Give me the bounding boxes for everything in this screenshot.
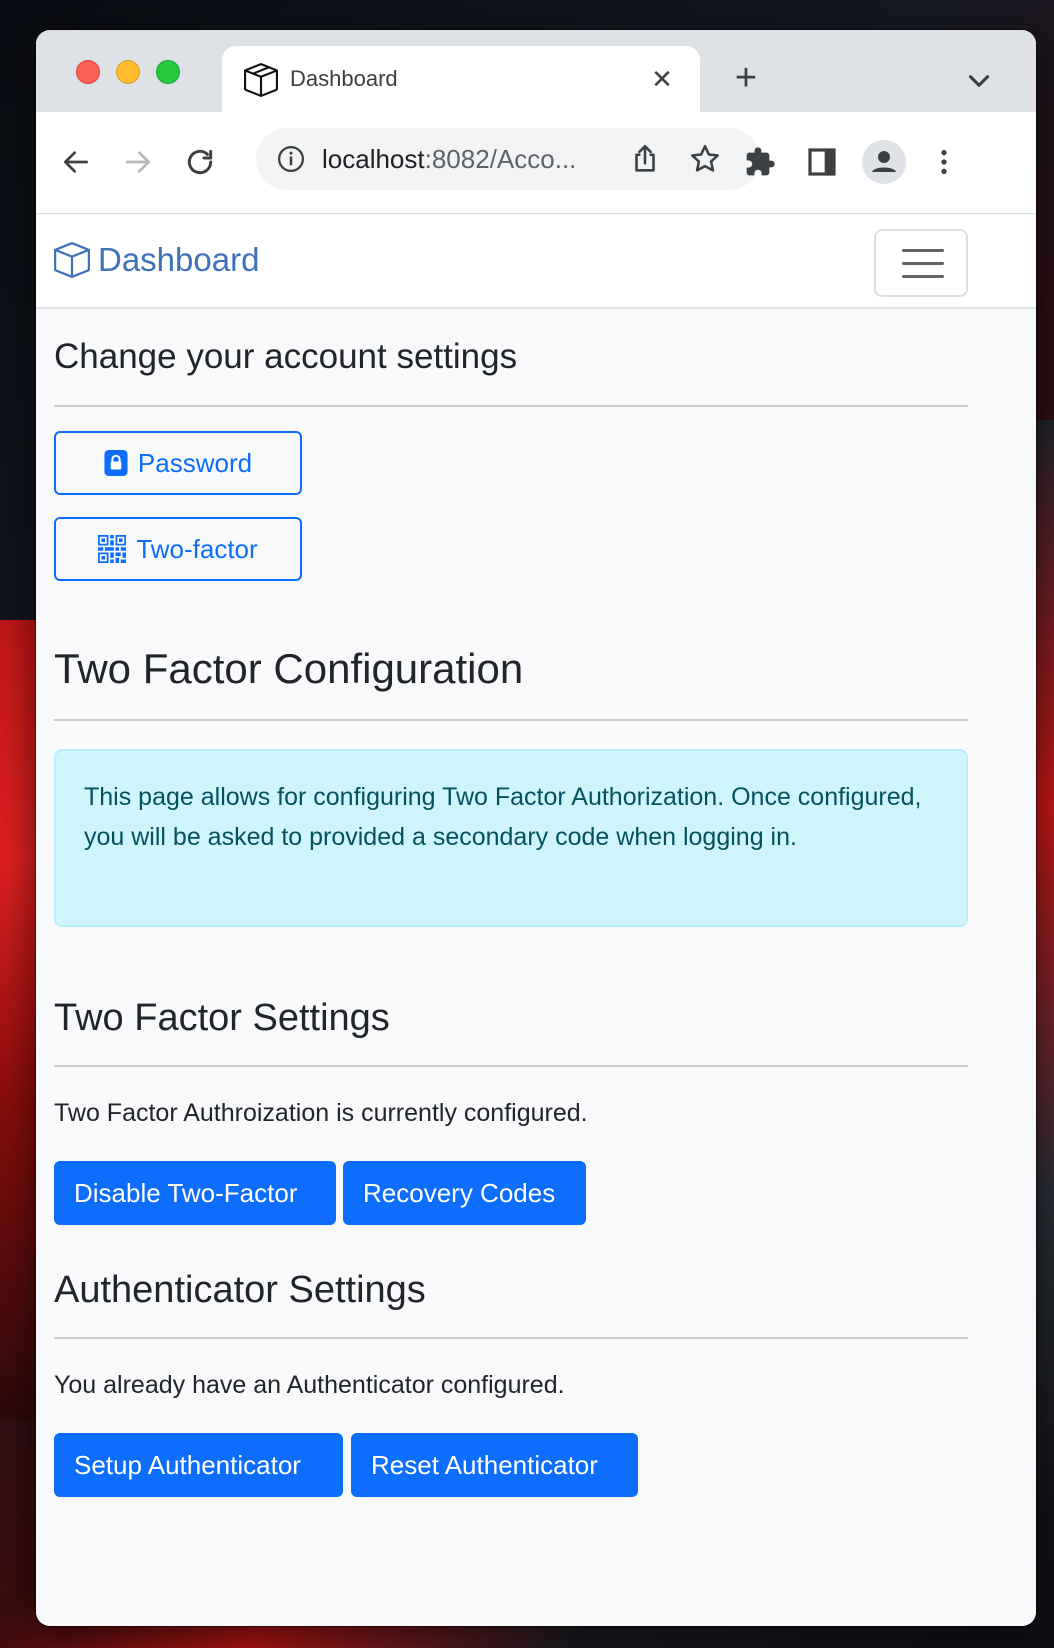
recovery-codes-button[interactable]: Recovery Codes	[343, 1161, 586, 1225]
browser-window: Dashboard ✕ + localhost:8082/Acco... Das…	[36, 30, 1036, 1626]
password-label: Password	[137, 447, 253, 478]
plus-icon[interactable]: +	[726, 59, 766, 100]
chevron-down-icon[interactable]	[962, 64, 996, 98]
address-bar[interactable]: localhost:8082/Acco...	[256, 128, 760, 190]
qr-code-icon	[98, 535, 127, 563]
divider	[54, 719, 968, 721]
profile-icon[interactable]	[862, 140, 906, 184]
info-alert: This page allows for configuring Two Fac…	[54, 749, 968, 927]
tab-strip: Dashboard ✕ +	[36, 30, 1036, 112]
info-icon[interactable]	[276, 144, 306, 174]
authenticator-status-text: You already have an Authenticator config…	[54, 1371, 565, 1399]
hamburger-icon-bar	[902, 262, 944, 265]
alert-text: This page allows for configuring Two Fac…	[84, 783, 922, 851]
browser-toolbar: localhost:8082/Acco...	[36, 112, 1036, 214]
box-icon	[54, 242, 90, 278]
two-factor-settings-heading: Two Factor Settings	[54, 997, 390, 1039]
password-button[interactable]: Password	[54, 431, 302, 495]
navbar-toggler-button[interactable]	[874, 229, 968, 297]
two-factor-config-heading: Two Factor Configuration	[54, 645, 524, 692]
navbar-brand[interactable]: Dashboard	[54, 241, 259, 279]
two-factor-status-text: Two Factor Authroization is currently co…	[54, 1099, 588, 1127]
tab-dashboard[interactable]: Dashboard ✕	[222, 46, 700, 112]
page-viewport: Dashboard Change your account settings P…	[36, 215, 1036, 1626]
two-factor-label: Two-factor	[136, 533, 258, 564]
more-vert-icon[interactable]	[922, 140, 966, 184]
forward-arrow-icon[interactable]	[116, 140, 160, 184]
hamburger-icon	[902, 249, 944, 252]
navbar: Dashboard	[36, 215, 1036, 309]
divider	[54, 1337, 968, 1339]
reset-authenticator-button[interactable]: Reset Authenticator	[351, 1433, 638, 1497]
divider	[54, 405, 968, 407]
share-icon[interactable]	[628, 142, 662, 176]
close-icon[interactable]: ✕	[646, 63, 678, 95]
hamburger-icon-bar	[902, 275, 944, 278]
minimize-window-button[interactable]	[116, 60, 140, 84]
url-text: localhost:8082/Acco...	[322, 144, 577, 174]
account-settings-heading: Change your account settings	[54, 337, 518, 376]
reload-icon[interactable]	[178, 140, 222, 184]
sidepanel-icon[interactable]	[800, 140, 844, 184]
authenticator-settings-heading: Authenticator Settings	[54, 1269, 426, 1311]
lock-icon	[104, 450, 128, 476]
box-icon	[244, 63, 278, 97]
extensions-icon[interactable]	[738, 140, 782, 184]
star-icon[interactable]	[688, 142, 722, 176]
tab-title: Dashboard	[290, 66, 398, 91]
back-arrow-icon[interactable]	[54, 140, 98, 184]
setup-authenticator-button[interactable]: Setup Authenticator	[54, 1433, 343, 1497]
divider	[54, 1065, 968, 1067]
disable-two-factor-button[interactable]: Disable Two-Factor	[54, 1161, 336, 1225]
maximize-window-button[interactable]	[156, 60, 180, 84]
close-window-button[interactable]	[76, 60, 100, 84]
two-factor-button[interactable]: Two-factor	[54, 517, 302, 581]
brand-label: Dashboard	[98, 241, 260, 278]
